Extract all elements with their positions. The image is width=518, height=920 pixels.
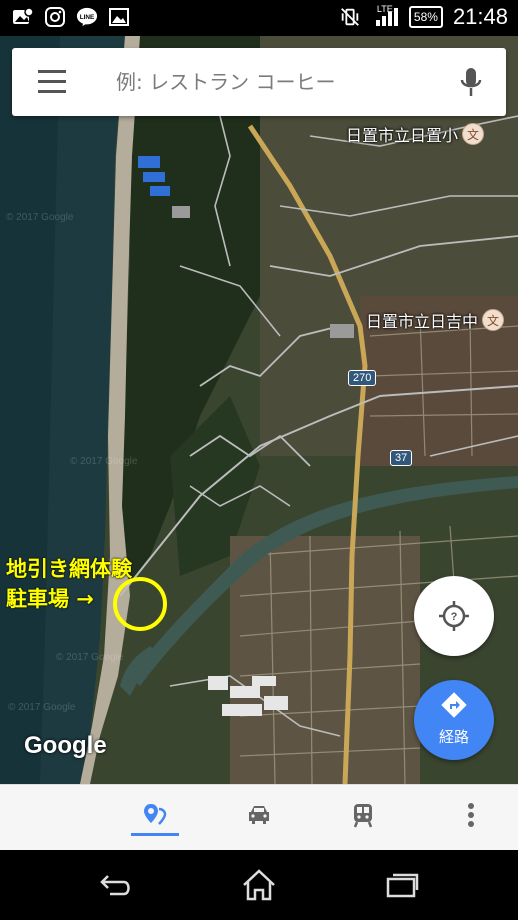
bottom-tab-bar: [0, 784, 518, 851]
recents-button[interactable]: [382, 868, 422, 902]
place-name: 日置市立日置小: [346, 126, 459, 145]
status-left-icons: LINE: [12, 6, 130, 28]
tab-explore[interactable]: [130, 795, 180, 835]
signal-icon: LTE: [371, 4, 399, 28]
tab-more[interactable]: [446, 795, 496, 835]
watermark: © 2017 Google: [70, 456, 138, 467]
route-shield: 37: [390, 450, 413, 466]
google-logo: Google: [24, 732, 107, 759]
instagram-icon: [44, 6, 66, 28]
clock: 21:48: [452, 4, 508, 29]
search-bar[interactable]: 例: レストラン コーヒー: [12, 48, 506, 116]
transit-icon: [353, 804, 373, 828]
tab-transit[interactable]: [338, 795, 388, 835]
recents-icon: [386, 873, 419, 898]
status-bar: LINE LTE 58% 21:48: [0, 0, 518, 36]
home-button[interactable]: [239, 868, 279, 902]
menu-icon[interactable]: [38, 70, 66, 94]
place-label[interactable]: 日置市立日吉中 文: [366, 308, 505, 332]
mic-icon[interactable]: [460, 66, 482, 98]
search-input[interactable]: 例: レストラン コーヒー: [116, 66, 335, 95]
place-name: 日置市立日吉中: [366, 312, 479, 331]
more-icon: [468, 803, 474, 827]
map-imagery: [0, 36, 518, 784]
tab-driving[interactable]: [234, 795, 284, 835]
route-shield: 270: [348, 370, 377, 386]
annotation-circle: [113, 577, 167, 631]
battery-level: 58%: [413, 10, 438, 24]
directions-label: 経路: [438, 728, 469, 746]
directions-button[interactable]: 経路: [414, 680, 494, 760]
svg-text:LINE: LINE: [80, 14, 95, 21]
driving-icon: [249, 806, 269, 824]
directions-icon: [441, 692, 467, 718]
status-right-icons: LTE 58% 21:48: [339, 4, 508, 30]
satellite-map[interactable]: © 2017 Google © 2017 Google © 2017 Googl…: [0, 36, 518, 784]
watermark: © 2017 Google: [6, 212, 74, 223]
watermark: © 2017 Google: [56, 652, 124, 663]
network-type: LTE: [376, 4, 393, 14]
school-icon: 文: [482, 309, 505, 331]
home-icon: [243, 869, 275, 901]
my-location-icon: ?: [439, 601, 469, 631]
battery-icon: 58%: [408, 6, 443, 28]
system-nav-bar: [0, 850, 518, 920]
vibrate-off-icon: [339, 6, 361, 28]
svg-text:?: ?: [451, 611, 458, 623]
back-icon: [100, 875, 130, 896]
school-icon: 文: [462, 123, 485, 145]
back-button[interactable]: [96, 868, 136, 902]
gallery-icon: [108, 6, 130, 28]
active-tab-indicator: [131, 833, 179, 836]
photo-sync-icon: [12, 6, 34, 28]
explore-icon: [144, 804, 167, 825]
annotation-line1: 地引き網体験: [6, 557, 132, 581]
watermark: © 2017 Google: [8, 702, 76, 713]
place-label[interactable]: 日置市立日置小 文: [346, 122, 485, 146]
my-location-button[interactable]: ?: [414, 576, 494, 656]
line-icon: LINE: [76, 6, 98, 28]
